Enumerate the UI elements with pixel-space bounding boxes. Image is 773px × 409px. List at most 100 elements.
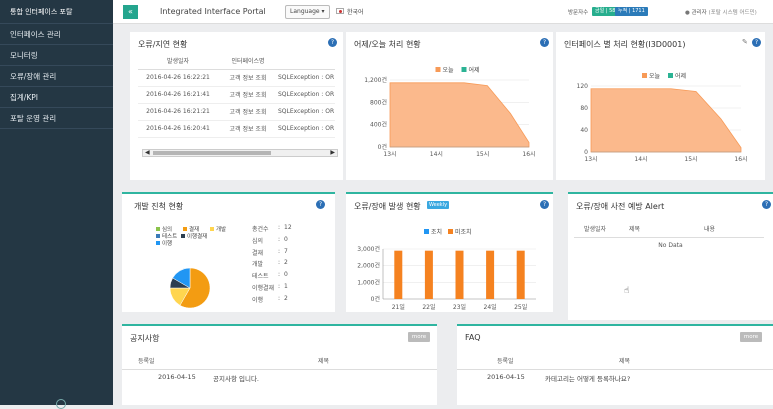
stat-colon: : bbox=[278, 259, 281, 267]
col-title: 제목 bbox=[619, 358, 631, 365]
interface-status-panel: 인터페이스 별 처리 현황(I3D0001) ✎ ? 0 40 80 120 13시 14… bbox=[556, 32, 765, 180]
col-date: 등록일 bbox=[497, 358, 514, 365]
horizontal-scrollbar[interactable]: ◀ ▶ bbox=[142, 149, 338, 157]
language-select[interactable]: Language ▾ bbox=[285, 5, 330, 19]
bar-23일 bbox=[455, 250, 464, 299]
y-tick-label: 80 bbox=[580, 105, 588, 112]
legend-label: 오늘 bbox=[649, 73, 661, 80]
stat-row: 이행결재:1 bbox=[252, 283, 307, 295]
stat-value: 0 bbox=[284, 235, 288, 243]
sidebar-toggle-button[interactable]: « bbox=[123, 5, 138, 19]
x-tick-label: 13시 bbox=[584, 156, 597, 163]
scroll-right-icon[interactable]: ▶ bbox=[330, 149, 335, 156]
help-icon[interactable]: ? bbox=[762, 200, 771, 209]
stat-label: 이행결재 bbox=[252, 284, 275, 292]
cell-msg: SQLException : OR bbox=[278, 120, 335, 138]
more-button[interactable]: more bbox=[740, 332, 762, 342]
y-tick-label: 400건 bbox=[370, 121, 387, 129]
dev-stats: 총건수:12 심의:0 결재:7 개발:2 테스트:0 이행결재:1 이행:2 bbox=[252, 224, 307, 307]
stat-label: 이행 bbox=[252, 296, 264, 304]
legend-label: 이행 bbox=[162, 239, 172, 247]
bar-22일 bbox=[424, 250, 433, 299]
sidebar-item-portal-ops[interactable]: 포탈 운영 관리 bbox=[0, 108, 113, 129]
help-icon[interactable]: ? bbox=[316, 200, 325, 209]
help-icon[interactable]: ? bbox=[328, 38, 337, 47]
legend-label: 미조치 bbox=[455, 228, 472, 236]
cell-name: 고객 정보 조회 bbox=[218, 69, 278, 87]
more-button[interactable]: more bbox=[408, 332, 430, 342]
x-tick-label: 15시 bbox=[476, 151, 489, 158]
col-interface: 인터페이스명 bbox=[218, 52, 278, 70]
sidebar-menu: 인터페이스 관리 모니터링 오류/장애 관리 집계/KPI 포탈 운영 관리 bbox=[0, 24, 113, 129]
legend-swatch bbox=[448, 229, 453, 234]
notice-panel: 공지사항 more 등록일 제목 2016-04-15 공지사항 입니다. bbox=[122, 324, 437, 405]
legend-swatch bbox=[435, 67, 441, 72]
scroll-left-icon[interactable]: ◀ bbox=[145, 149, 150, 156]
top-bar: « Integrated Interface Portal Language ▾… bbox=[113, 0, 773, 24]
legend-label: 개발 bbox=[216, 225, 226, 233]
panel-title: 오류/장애 사전 예방 Alert bbox=[576, 202, 665, 211]
korea-flag-icon[interactable] bbox=[336, 8, 344, 14]
stat-label: 총건수 bbox=[252, 226, 269, 233]
yesterday-today-chart: 0건 400건 800건 1,200건 13시 14시 15시 16시 오늘 어제 bbox=[364, 66, 535, 158]
korean-language-link[interactable]: 한국어 bbox=[347, 7, 364, 16]
stat-colon: : bbox=[278, 247, 281, 255]
visitors-label: 방문자수 bbox=[568, 10, 589, 16]
x-tick-label: 25일 bbox=[514, 303, 527, 311]
stat-value: 2 bbox=[284, 294, 288, 302]
user-menu[interactable]: ● 관리자 (포탈 시스템 어드민) bbox=[685, 8, 757, 16]
y-tick-label: 120 bbox=[577, 83, 589, 90]
x-tick-label: 22일 bbox=[422, 303, 435, 311]
dev-progress-pie: 심의 결재 개발테스트 이행결재이행 bbox=[156, 225, 226, 309]
table-row[interactable]: 2016-04-26 16:21:41 고객 정보 조회 SQLException … bbox=[138, 86, 335, 104]
scrollbar-thumb[interactable] bbox=[153, 151, 271, 155]
cell-name: 고객 정보 조회 bbox=[218, 120, 278, 138]
stat-row: 테스트:0 bbox=[252, 271, 307, 283]
stat-value: 1 bbox=[284, 282, 288, 290]
x-tick-label: 16시 bbox=[522, 151, 535, 158]
today-area bbox=[590, 88, 742, 153]
legend-label: 오늘 bbox=[443, 67, 455, 74]
stat-colon: : bbox=[278, 294, 281, 302]
stat-colon: : bbox=[278, 224, 281, 231]
legend-swatch bbox=[210, 227, 214, 231]
cell-time: 2016-04-26 16:21:41 bbox=[138, 86, 218, 104]
table-row[interactable]: 2016-04-26 16:20:41 고객 정보 조회 SQLException … bbox=[138, 120, 335, 138]
table-row[interactable]: 2016-04-26 16:21:21 고객 정보 조회 SQLException … bbox=[138, 103, 335, 121]
cell-msg: SQLException : OR bbox=[278, 69, 335, 87]
stat-colon: : bbox=[278, 282, 281, 290]
table-row[interactable]: 2016-04-15 카테고리는 어떻게 등록하나요? bbox=[457, 373, 773, 387]
legend-swatch bbox=[156, 234, 160, 238]
stat-colon: : bbox=[278, 235, 281, 243]
stat-row: 총건수:12 bbox=[252, 224, 307, 236]
sidebar-item-kpi[interactable]: 집계/KPI bbox=[0, 87, 113, 108]
sidebar-item-monitoring[interactable]: 모니터링 bbox=[0, 45, 113, 66]
yesterday-today-panel: 어제/오늘 처리 현황 ? 0건 400건 800건 1,200건 13시 14시 15시 1… bbox=[346, 32, 553, 180]
stat-label: 테스트 bbox=[252, 273, 269, 281]
table-row[interactable]: 2016-04-26 16:22:21 고객 정보 조회 SQLException … bbox=[138, 69, 335, 87]
faq-panel: FAQ more 등록일 제목 2016-04-15 카테고리는 어떻게 등록하… bbox=[457, 324, 773, 405]
legend-swatch bbox=[156, 227, 160, 231]
table-row[interactable]: 2016-04-15 공지사항 입니다. bbox=[122, 373, 437, 387]
x-tick-label: 14시 bbox=[430, 151, 443, 158]
sidebar-brand[interactable]: 통합 인터페이스 포탈 bbox=[0, 0, 113, 24]
stat-row: 결재:7 bbox=[252, 248, 307, 260]
legend-label: 이행결재 bbox=[187, 232, 207, 240]
error-table-viewport: 발생일자 인터페이스명 2016-04-26 16:22:21 고객 정보 조회 S… bbox=[138, 52, 335, 156]
sidebar-item-error-mgmt[interactable]: 오류/장애 관리 bbox=[0, 66, 113, 87]
legend-swatch bbox=[156, 241, 160, 245]
stat-label: 개발 bbox=[252, 261, 264, 269]
col-date: 발생일자 bbox=[584, 226, 607, 233]
cell-time: 2016-04-26 16:21:21 bbox=[138, 103, 218, 121]
sidebar-item-interface-mgmt[interactable]: 인터페이스 관리 bbox=[0, 24, 113, 45]
legend-swatch bbox=[424, 229, 429, 234]
col-time: 발생일자 bbox=[138, 52, 218, 70]
cell-name: 고객 정보 조회 bbox=[218, 103, 278, 121]
settings-icon[interactable] bbox=[56, 399, 66, 409]
panel-title: 오류/지연 현황 bbox=[138, 40, 188, 49]
col-content: 내용 bbox=[704, 226, 716, 233]
stat-colon: : bbox=[278, 271, 281, 279]
stat-label: 심의 bbox=[252, 237, 264, 245]
legend-label: 어제 bbox=[675, 72, 686, 80]
stat-row: 이행:2 bbox=[252, 295, 307, 307]
